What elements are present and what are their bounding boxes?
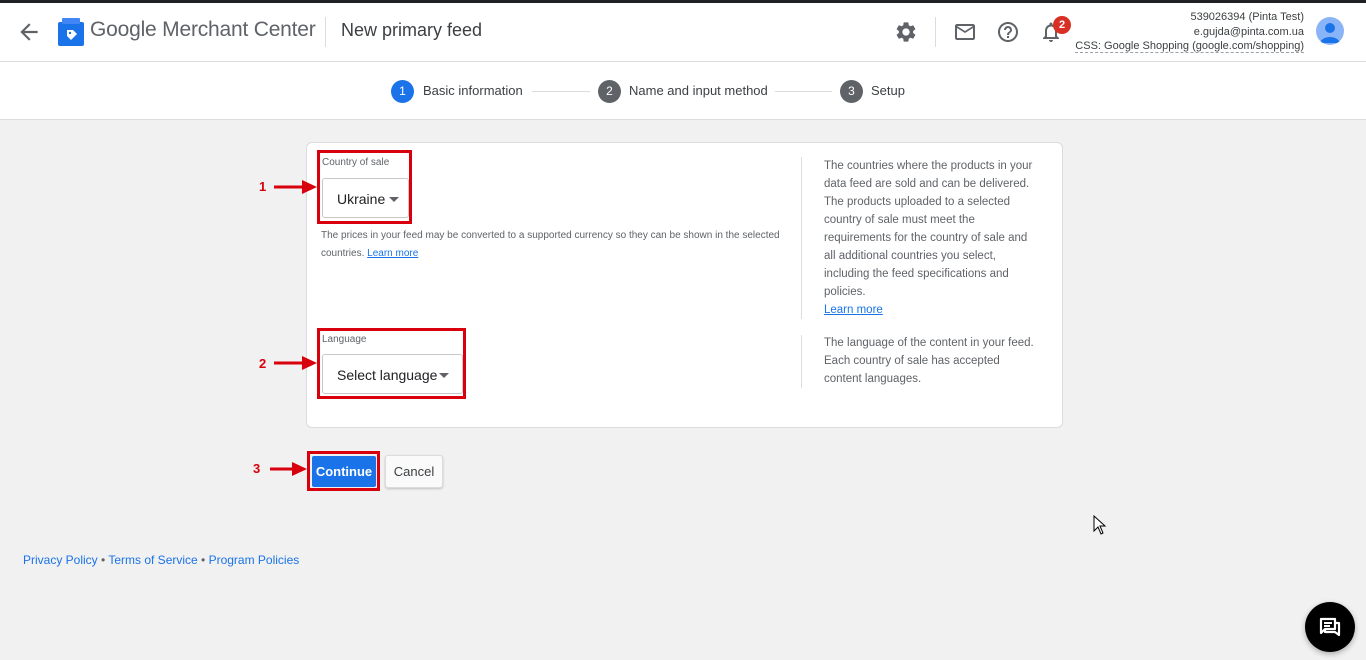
country-hint: The prices in your feed may be converted… (321, 227, 791, 263)
step-connector (775, 91, 832, 92)
app-header: Google Merchant Center New primary feed … (0, 3, 1366, 62)
annotation-box-language (317, 328, 466, 399)
back-arrow-icon[interactable] (16, 19, 42, 45)
user-avatar-icon (1320, 23, 1340, 43)
section-divider (801, 335, 802, 388)
terms-of-service-link[interactable]: Terms of Service (108, 553, 197, 567)
css-selector-link[interactable]: CSS: Google Shopping (google.com/shoppin… (1075, 40, 1304, 53)
annotation-number-1: 1 (259, 179, 267, 194)
header-divider (325, 17, 326, 47)
help-icon[interactable] (996, 20, 1020, 44)
language-description: The language of the content in your feed… (824, 337, 1034, 385)
step-2-circle: 2 (598, 80, 621, 103)
brand-name: Google Merchant Center (90, 18, 316, 41)
step-1-label: Basic information (423, 83, 523, 98)
mail-icon[interactable] (953, 20, 977, 44)
chat-bubbles-icon (1319, 617, 1341, 637)
annotation-arrow-icon (274, 356, 317, 370)
notification-count-badge: 2 (1053, 16, 1071, 34)
chat-support-button[interactable] (1305, 602, 1355, 652)
gear-icon[interactable] (894, 20, 918, 44)
annotation-box-country (317, 150, 412, 224)
country-description-text: The countries where the products in your… (824, 160, 1033, 298)
footer-links: Privacy Policy • Terms of Service • Prog… (23, 553, 299, 567)
avatar[interactable] (1316, 17, 1344, 45)
step-2-label: Name and input method (629, 83, 768, 98)
progress-stepper: 1 Basic information 2 Name and input met… (0, 62, 1366, 120)
step-1-circle: 1 (391, 80, 414, 103)
annotation-arrow-icon (274, 180, 317, 194)
country-learn-more-link[interactable]: Learn more (367, 248, 418, 259)
section-divider (801, 157, 802, 319)
header-separator (935, 17, 936, 47)
merchant-center-logo-icon (58, 18, 84, 46)
account-id: 539026394 (Pinta Test) (1190, 11, 1304, 23)
program-policies-link[interactable]: Program Policies (209, 553, 300, 567)
country-description-learn-more-link[interactable]: Learn more (824, 304, 883, 316)
annotation-number-3: 3 (253, 461, 261, 476)
account-email: e.gujda@pinta.com.ua (1193, 25, 1304, 38)
cancel-button[interactable]: Cancel (385, 455, 443, 488)
footer-separator: • (197, 553, 209, 567)
account-info[interactable]: 539026394 (Pinta Test) e.gujda@pinta.com… (1075, 10, 1304, 54)
step-3-label: Setup (871, 83, 905, 98)
annotation-box-continue (307, 451, 380, 491)
country-description: The countries where the products in your… (824, 157, 1034, 319)
mouse-cursor-icon (1093, 515, 1107, 535)
step-3-circle: 3 (840, 80, 863, 103)
privacy-policy-link[interactable]: Privacy Policy (23, 553, 98, 567)
annotation-number-2: 2 (259, 356, 267, 371)
step-connector (532, 91, 590, 92)
footer-separator: • (97, 553, 109, 567)
page-title: New primary feed (341, 20, 483, 40)
annotation-arrow-icon (270, 462, 307, 476)
